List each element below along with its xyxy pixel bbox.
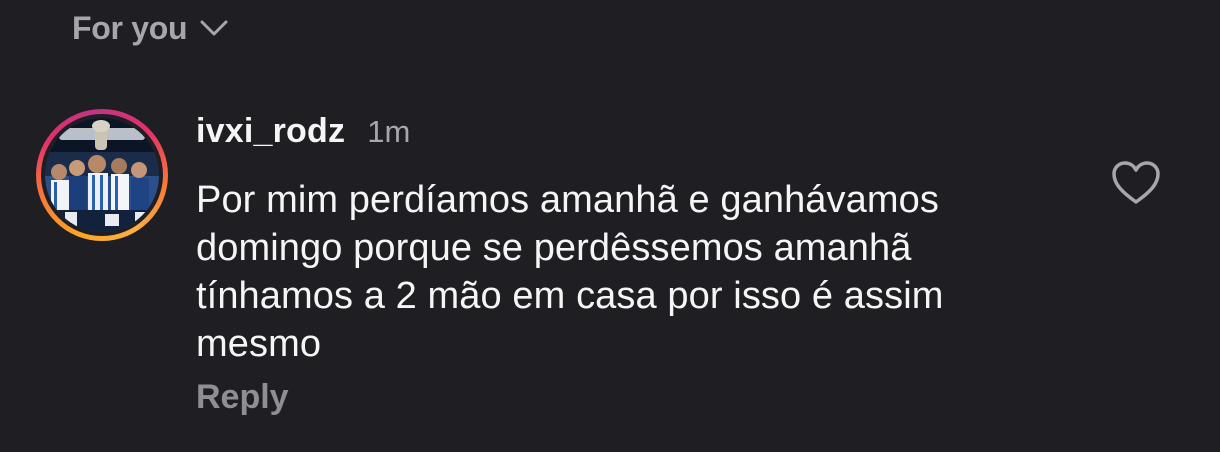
username-link[interactable]: ivxi_rodz bbox=[196, 112, 345, 151]
comment-timestamp: 1m bbox=[367, 114, 411, 149]
avatar-border bbox=[41, 114, 163, 236]
reply-button[interactable]: Reply bbox=[196, 378, 289, 417]
comment-text: Por mim perdíamos amanhã e ganhávamos do… bbox=[196, 179, 944, 365]
avatar[interactable] bbox=[45, 118, 159, 232]
comment-header: ivxi_rodz 1m bbox=[196, 112, 410, 160]
like-button[interactable] bbox=[1110, 160, 1162, 206]
story-ring[interactable] bbox=[36, 109, 168, 241]
comment-item: ivxi_rodz 1m Por mim perdíamos amanhã e … bbox=[0, 0, 1220, 452]
heart-outline-icon bbox=[1112, 161, 1160, 204]
